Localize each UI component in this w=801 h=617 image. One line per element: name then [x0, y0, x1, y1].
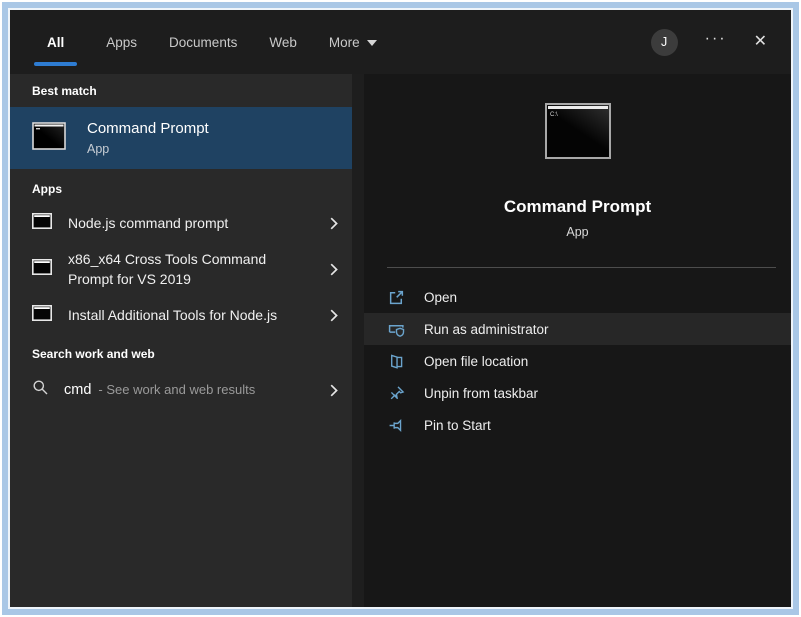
action-label: Open file location — [424, 354, 528, 369]
command-prompt-icon — [32, 122, 66, 155]
results-list-panel: Best match Command Pr — [10, 74, 352, 607]
preview-divider — [387, 267, 776, 268]
context-actions: Open Run as administrator — [364, 281, 791, 441]
action-run-as-administrator[interactable]: Run as administrator — [364, 313, 791, 345]
tab-web-label: Web — [269, 35, 297, 50]
action-label: Pin to Start — [424, 418, 491, 433]
search-icon — [32, 379, 49, 401]
shield-admin-icon — [388, 321, 405, 338]
avatar-initial: J — [661, 35, 667, 49]
tab-web[interactable]: Web — [266, 10, 300, 74]
tab-documents[interactable]: Documents — [166, 10, 240, 74]
terminal-icon — [32, 259, 52, 280]
search-filter-bar: All Apps Documents Web More J ··· — [10, 10, 791, 74]
search-results-area: Best match Command Pr — [10, 74, 791, 607]
close-button[interactable]: ✕ — [754, 34, 767, 50]
best-match-header: Best match — [10, 74, 352, 107]
chevron-down-icon — [367, 39, 377, 46]
app-result-label: Install Additional Tools for Node.js — [68, 306, 286, 326]
best-match-text: Command Prompt App — [87, 120, 209, 156]
search-flyout-window: All Apps Documents Web More J ··· — [10, 10, 791, 607]
tab-more-label: More — [329, 35, 360, 50]
tab-all-label: All — [47, 35, 64, 50]
open-icon — [388, 289, 405, 306]
more-options-button[interactable]: ··· — [705, 31, 727, 53]
terminal-icon — [32, 213, 52, 234]
action-pin-to-start[interactable]: Pin to Start — [364, 409, 791, 441]
action-open-file-location[interactable]: Open file location — [364, 345, 791, 377]
app-preview: C:\ Command Prompt App — [364, 74, 791, 239]
terminal-icon — [32, 305, 52, 326]
tab-more[interactable]: More — [326, 10, 380, 74]
preview-app-title: Command Prompt — [504, 197, 651, 217]
filter-tabs: All Apps Documents Web More — [34, 10, 380, 74]
chevron-right-icon — [330, 217, 338, 230]
preview-app-subtitle: App — [566, 225, 588, 239]
tab-all[interactable]: All — [34, 10, 77, 74]
command-prompt-icon-large: C:\ — [545, 103, 611, 164]
apps-header: Apps — [10, 169, 352, 205]
best-match-subtitle: App — [87, 142, 209, 156]
app-result-label: Node.js command prompt — [68, 214, 286, 234]
search-result-text: cmd - See work and web results — [64, 382, 282, 398]
app-result-install-additional-tools[interactable]: Install Additional Tools for Node.js — [10, 297, 352, 334]
svg-text:C:\: C:\ — [550, 112, 558, 118]
tab-documents-label: Documents — [169, 35, 237, 50]
unpin-icon — [388, 385, 405, 402]
file-location-icon — [388, 353, 405, 370]
action-label: Open — [424, 290, 457, 305]
app-result-nodejs-command-prompt[interactable]: Node.js command prompt — [10, 205, 352, 242]
user-avatar[interactable]: J — [651, 29, 678, 56]
action-label: Unpin from taskbar — [424, 386, 538, 401]
titlebar-controls: J ··· ✕ — [651, 29, 767, 56]
app-result-x86-x64-cross-tools[interactable]: x86_x64 Cross Tools Command Prompt for V… — [10, 242, 352, 297]
tab-apps-label: Apps — [106, 35, 137, 50]
best-match-result-command-prompt[interactable]: Command Prompt App — [10, 107, 352, 169]
tab-apps[interactable]: Apps — [103, 10, 140, 74]
action-open[interactable]: Open — [364, 281, 791, 313]
web-search-result-cmd[interactable]: cmd - See work and web results — [10, 370, 352, 410]
action-unpin-from-taskbar[interactable]: Unpin from taskbar — [364, 377, 791, 409]
app-result-label: x86_x64 Cross Tools Command Prompt for V… — [68, 250, 286, 289]
chevron-right-icon — [330, 263, 338, 276]
best-match-title: Command Prompt — [87, 120, 209, 137]
search-hint: - See work and web results — [98, 382, 255, 397]
action-label: Run as administrator — [424, 322, 549, 337]
search-query: cmd — [64, 382, 91, 398]
preview-panel: C:\ Command Prompt App Open — [364, 74, 791, 607]
chevron-right-icon — [330, 309, 338, 322]
chevron-right-icon — [330, 384, 338, 397]
pin-icon — [388, 417, 405, 434]
search-work-web-header: Search work and web — [10, 334, 352, 370]
